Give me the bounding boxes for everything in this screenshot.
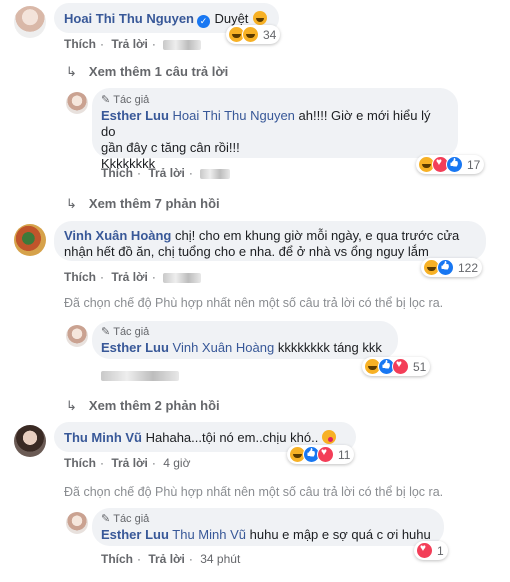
love-reaction-icon bbox=[392, 358, 409, 375]
avatar[interactable] bbox=[66, 92, 88, 114]
blurred-timestamp bbox=[163, 39, 202, 50]
haha-reaction-icon bbox=[242, 26, 259, 43]
mention-link[interactable]: Hoai Thi Thu Nguyen bbox=[173, 108, 295, 123]
comment-text: Duyệt bbox=[214, 11, 249, 26]
reaction-count: 122 bbox=[458, 260, 479, 275]
pencil-icon: ✎ bbox=[101, 326, 111, 338]
comment-author[interactable]: Vinh Xuân Hoàng bbox=[64, 228, 171, 243]
reply-button[interactable]: Trả lời bbox=[148, 166, 185, 180]
comment-actions: Thích · Trả lời · bbox=[64, 270, 205, 284]
filter-notice: Đã chọn chế độ Phù hợp nhất nên một số c… bbox=[64, 296, 444, 310]
comment-text: chị! cho em khung giờ mỗi ngày, e qua tr… bbox=[175, 228, 460, 243]
reply-arrow-icon: ↳ bbox=[66, 64, 77, 79]
like-button[interactable]: Thích bbox=[64, 456, 96, 470]
blurred-timestamp bbox=[200, 168, 231, 179]
reaction-summary[interactable]: 11 bbox=[287, 445, 355, 464]
author-badge-label: Tác giả bbox=[113, 512, 150, 525]
comment-text: nhận hết đồ ăn, chị tuổng cho e nha. để … bbox=[64, 244, 429, 259]
avatar[interactable] bbox=[14, 425, 46, 457]
view-more-replies[interactable]: ↳ Xem thêm 7 phản hồi bbox=[66, 196, 220, 212]
like-reaction-icon bbox=[446, 156, 463, 173]
reaction-summary[interactable]: 51 bbox=[362, 357, 431, 376]
reaction-count: 34 bbox=[263, 27, 277, 42]
comment-body: Vinh Xuân Hoàng chị! cho em khung giờ mỗ… bbox=[64, 228, 484, 260]
blurred-timestamp bbox=[163, 272, 202, 283]
reply-text: huhu e mập e sợ quá c ơi huhu bbox=[249, 527, 431, 542]
reply-body: Esther Luu Thu Minh Vũ huhu e mập e sợ q… bbox=[101, 527, 431, 542]
reaction-summary[interactable]: 34 bbox=[226, 25, 281, 44]
mention-link[interactable]: Thu Minh Vũ bbox=[172, 527, 246, 542]
comment-text: Hahaha...tội nó em..chịu khó.. bbox=[145, 430, 319, 445]
reply-button[interactable]: Trả lời bbox=[111, 456, 148, 470]
reaction-count: 1 bbox=[437, 543, 444, 558]
avatar[interactable] bbox=[14, 6, 46, 38]
reaction-summary[interactable]: 17 bbox=[416, 155, 485, 174]
view-more-label: Xem thêm 1 câu trả lời bbox=[88, 64, 229, 79]
avatar[interactable] bbox=[14, 224, 46, 256]
pencil-icon: ✎ bbox=[101, 513, 111, 525]
reaction-count: 51 bbox=[413, 359, 427, 374]
comment-actions: Thích · Trả lời · bbox=[64, 37, 205, 51]
mention-link[interactable]: Vinh Xuân Hoàng bbox=[173, 340, 275, 355]
reply-text-line: gần đây c tăng cân rồi!!! bbox=[101, 140, 240, 155]
reply-actions: Thích · Trả lời · bbox=[101, 166, 234, 180]
pencil-icon: ✎ bbox=[101, 94, 111, 106]
author-badge: ✎ Tác giả bbox=[101, 325, 150, 339]
comment-actions: Thích · Trả lời · 4 giờ bbox=[64, 456, 191, 470]
reply-author[interactable]: Esther Luu bbox=[101, 108, 169, 123]
filter-notice: Đã chọn chế độ Phù hợp nhất nên một số c… bbox=[64, 485, 444, 499]
verified-badge-icon: ✓ bbox=[197, 15, 210, 28]
view-more-label: Xem thêm 7 phản hồi bbox=[88, 196, 220, 211]
laughing-emoji-icon bbox=[252, 11, 267, 25]
reply-text: kkkkkkkk táng kkk bbox=[277, 340, 382, 355]
avatar[interactable] bbox=[66, 512, 88, 534]
reply-arrow-icon: ↳ bbox=[66, 398, 77, 413]
reply-author[interactable]: Esther Luu bbox=[101, 527, 169, 542]
like-button[interactable]: Thích bbox=[101, 552, 133, 566]
reply-actions bbox=[101, 368, 183, 382]
view-more-replies[interactable]: ↳ Xem thêm 1 câu trả lời bbox=[66, 64, 228, 80]
reply-button[interactable]: Trả lời bbox=[111, 37, 148, 51]
author-badge-label: Tác giả bbox=[113, 93, 150, 106]
like-button[interactable]: Thích bbox=[101, 166, 133, 180]
reply-arrow-icon: ↳ bbox=[66, 196, 77, 211]
like-button[interactable]: Thích bbox=[64, 270, 96, 284]
reply-button[interactable]: Trả lời bbox=[148, 552, 185, 566]
reply-timestamp[interactable]: 34 phút bbox=[200, 552, 240, 566]
reaction-summary[interactable]: 1 bbox=[414, 541, 448, 560]
comment-body: Thu Minh Vũ Hahaha...tội nó em..chịu khó… bbox=[64, 430, 336, 445]
reaction-count: 17 bbox=[467, 157, 481, 172]
like-button[interactable]: Thích bbox=[64, 37, 96, 51]
reply-button[interactable]: Trả lời bbox=[111, 270, 148, 284]
author-badge-label: Tác giả bbox=[113, 325, 150, 338]
reply-author[interactable]: Esther Luu bbox=[101, 340, 169, 355]
reply-body: Esther Luu Hoai Thi Thu Nguyen ah!!!! Gi… bbox=[101, 108, 446, 172]
reaction-count: 11 bbox=[338, 447, 351, 462]
reply-body: Esther Luu Vinh Xuân Hoàng kkkkkkkk táng… bbox=[101, 340, 382, 355]
author-badge: ✎ Tác giả bbox=[101, 93, 150, 107]
reaction-summary[interactable]: 122 bbox=[421, 258, 483, 277]
view-more-label: Xem thêm 2 phản hồi bbox=[88, 398, 220, 413]
blurred-actions bbox=[101, 370, 179, 381]
like-reaction-icon bbox=[437, 259, 454, 276]
love-reaction-icon bbox=[317, 446, 334, 463]
comment-author[interactable]: Hoai Thi Thu Nguyen bbox=[64, 11, 194, 26]
avatar[interactable] bbox=[66, 325, 88, 347]
comment-author[interactable]: Thu Minh Vũ bbox=[64, 430, 142, 445]
love-reaction-icon bbox=[416, 542, 433, 559]
comment-timestamp[interactable]: 4 giờ bbox=[163, 456, 190, 470]
author-badge: ✎ Tác giả bbox=[101, 512, 150, 526]
kissing-emoji-icon bbox=[321, 430, 336, 444]
reply-actions: Thích · Trả lời · 34 phút bbox=[101, 552, 241, 566]
view-more-replies[interactable]: ↳ Xem thêm 2 phản hồi bbox=[66, 398, 220, 414]
